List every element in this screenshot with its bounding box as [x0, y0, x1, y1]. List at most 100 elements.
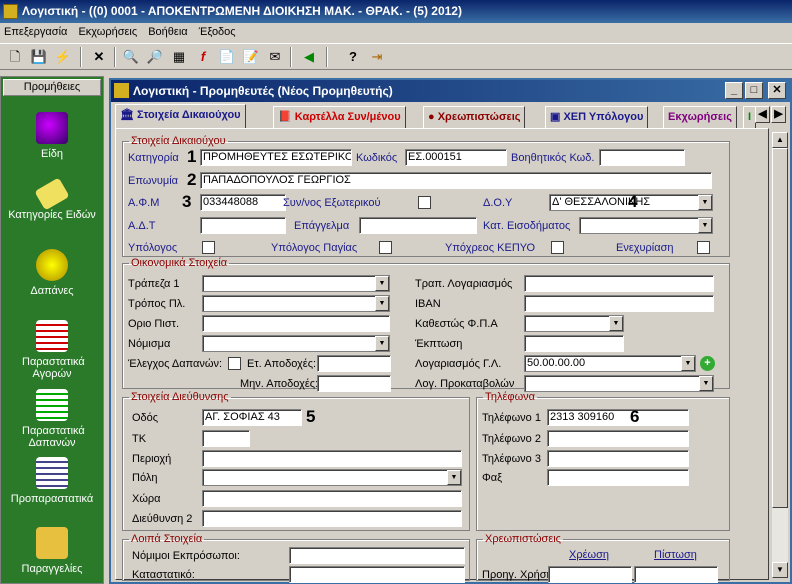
iban-field[interactable]: [524, 295, 714, 312]
sidebar-item-expenses[interactable]: Δαπάνες: [1, 249, 103, 297]
function-icon[interactable]: f: [194, 48, 212, 66]
chevron-down-icon[interactable]: ▼: [681, 356, 695, 371]
sidebar-item-label: Προπαραστατικά: [10, 493, 94, 505]
prev-year-debit-field[interactable]: [548, 566, 632, 583]
code-field[interactable]: ΕΣ.000151: [405, 149, 507, 166]
address2-field[interactable]: [202, 510, 462, 527]
exit-icon[interactable]: ⇥: [368, 48, 386, 66]
income-category-select[interactable]: ▼: [579, 217, 713, 234]
chevron-down-icon[interactable]: ▼: [447, 470, 461, 485]
city-select[interactable]: ▼: [202, 469, 462, 486]
currency-label: Νόμισμα: [128, 338, 171, 350]
new-doc-icon[interactable]: 🗋: [6, 48, 24, 66]
menu-edit[interactable]: Επεξεργασία: [4, 26, 67, 38]
annual-earnings-field[interactable]: [317, 355, 391, 372]
sidebar-item-items[interactable]: Είδη: [1, 112, 103, 160]
add-icon[interactable]: +: [700, 356, 715, 371]
chevron-down-icon[interactable]: ▼: [698, 195, 712, 210]
currency-select[interactable]: ▼: [202, 335, 390, 352]
bank-account-field[interactable]: [524, 275, 714, 292]
document-icon[interactable]: 📄: [218, 48, 236, 66]
vat-status-select[interactable]: ▼: [524, 315, 624, 332]
assets-accountable-checkbox[interactable]: [379, 241, 392, 254]
scroll-up-icon[interactable]: ▲: [772, 132, 788, 148]
flash-icon[interactable]: ⚡: [54, 48, 72, 66]
tab-assignments[interactable]: Εκχωρήσεις: [663, 106, 737, 128]
area-field[interactable]: [202, 450, 462, 467]
partner-abroad-checkbox[interactable]: [418, 196, 431, 209]
profession-field[interactable]: [359, 217, 477, 234]
legal-reps-field[interactable]: [289, 547, 465, 564]
chevron-down-icon[interactable]: ▼: [609, 316, 623, 331]
accountable-checkbox[interactable]: [202, 241, 215, 254]
adt-field[interactable]: [200, 217, 286, 234]
phone3-field[interactable]: [547, 450, 689, 467]
vat-status-label: Καθεστώς Φ.Π.Α: [415, 318, 498, 330]
menu-assignments[interactable]: Εκχωρήσεις: [78, 26, 137, 38]
sidebar-item-orders[interactable]: Παραγγελίες: [1, 527, 103, 575]
fax-field[interactable]: [547, 469, 689, 486]
maximize-button[interactable]: □: [745, 82, 763, 99]
phone1-field[interactable]: 2313 309160: [547, 409, 689, 426]
scroll-thumb[interactable]: [772, 148, 788, 508]
doy-label: Δ.Ο.Υ: [483, 197, 513, 209]
ledger-account-select[interactable]: 50.00.00.00 ▼: [524, 355, 696, 372]
vertical-scrollbar[interactable]: ▲ ▼: [772, 132, 788, 578]
discount-field[interactable]: [524, 335, 624, 352]
phone2-field[interactable]: [547, 430, 689, 447]
monthly-earnings-field[interactable]: [317, 375, 391, 392]
menu-exit[interactable]: Έξοδος: [199, 26, 236, 38]
zip-field[interactable]: [202, 430, 250, 447]
section-legend: Στοιχεία Διεύθυνσης: [131, 391, 229, 403]
section-legend: Στοιχεία Δικαιούχου: [131, 135, 226, 147]
save-icon[interactable]: 💾: [30, 48, 48, 66]
sidebar-item-predocs[interactable]: Προπαραστατικά: [1, 457, 103, 505]
tab-scroll-right[interactable]: ▶: [771, 106, 786, 123]
find-next-icon[interactable]: 🔎: [146, 48, 164, 66]
sidebar-item-expense-docs[interactable]: Παραστατικά Δαπανών: [1, 389, 103, 449]
tab-partner-card[interactable]: 📕 Καρτέλλα Συν/μένου: [273, 106, 406, 128]
close-button[interactable]: ✕: [768, 82, 786, 99]
mail-icon[interactable]: ✉: [266, 48, 284, 66]
payment-method-select[interactable]: ▼: [202, 295, 390, 312]
chevron-down-icon[interactable]: ▼: [699, 376, 713, 391]
help-icon[interactable]: ?: [344, 48, 362, 66]
edit-doc-icon[interactable]: 📝: [242, 48, 260, 66]
pledge-checkbox[interactable]: [697, 241, 710, 254]
category-field[interactable]: ΠΡΟΜΗΘΕΥΤΕΣ ΕΣΩΤΕΡΙΚΟΥ: [200, 149, 352, 166]
marker-4: 4: [628, 192, 638, 211]
tab-beneficiary[interactable]: 🏛 Στοιχεία Δικαιούχου: [115, 104, 246, 128]
aux-code-field[interactable]: [599, 149, 685, 166]
prev-year-credit-field[interactable]: [634, 566, 718, 583]
tab-xep[interactable]: ▣ ΧΕΠ Υπόλογου: [545, 106, 649, 128]
kepyo-checkbox[interactable]: [551, 241, 564, 254]
window-title-bar: Λογιστική - Προμηθευτές (Νέος Προμηθευτή…: [111, 80, 790, 102]
statute-field[interactable]: [289, 566, 465, 583]
find-icon[interactable]: 🔍: [122, 48, 140, 66]
tab-scroll-left[interactable]: ◀: [755, 106, 770, 123]
chevron-down-icon[interactable]: ▼: [375, 276, 389, 291]
credit-limit-field[interactable]: [202, 315, 390, 332]
calculator-icon[interactable]: ▦: [170, 48, 188, 66]
minimize-button[interactable]: _: [725, 82, 743, 99]
menu-help[interactable]: Βοήθεια: [148, 26, 187, 38]
back-icon[interactable]: ◀: [300, 48, 318, 66]
street-field[interactable]: ΑΓ. ΣΟΦΙΑΣ 43: [202, 409, 302, 426]
chevron-down-icon[interactable]: ▼: [375, 336, 389, 351]
sidebar-item-categories[interactable]: Κατηγορίες Ειδών: [1, 177, 103, 221]
scroll-down-icon[interactable]: ▼: [772, 562, 788, 578]
country-field[interactable]: [202, 490, 462, 507]
sidebar-item-purchase-docs[interactable]: Παραστατικά Αγορών: [1, 320, 103, 380]
debit-header[interactable]: Χρέωση: [569, 549, 609, 561]
delete-icon[interactable]: ✕: [90, 48, 108, 66]
name-field[interactable]: ΠΑΠΑΔΟΠΟΥΛΟΣ ΓΕΩΡΓΙΟΣ: [200, 172, 712, 189]
chevron-down-icon[interactable]: ▼: [375, 296, 389, 311]
chevron-down-icon[interactable]: ▼: [698, 218, 712, 233]
bank-select[interactable]: ▼: [202, 275, 390, 292]
sidebar-header[interactable]: Προμήθειες: [3, 79, 101, 96]
credit-header[interactable]: Πίστωση: [654, 549, 697, 561]
expense-check-checkbox[interactable]: [228, 357, 241, 370]
afm-field[interactable]: 033448088: [200, 194, 286, 211]
advances-account-select[interactable]: ▼: [524, 375, 714, 392]
tab-debits-credits[interactable]: ● Χρεωπιστώσεις: [423, 106, 526, 128]
